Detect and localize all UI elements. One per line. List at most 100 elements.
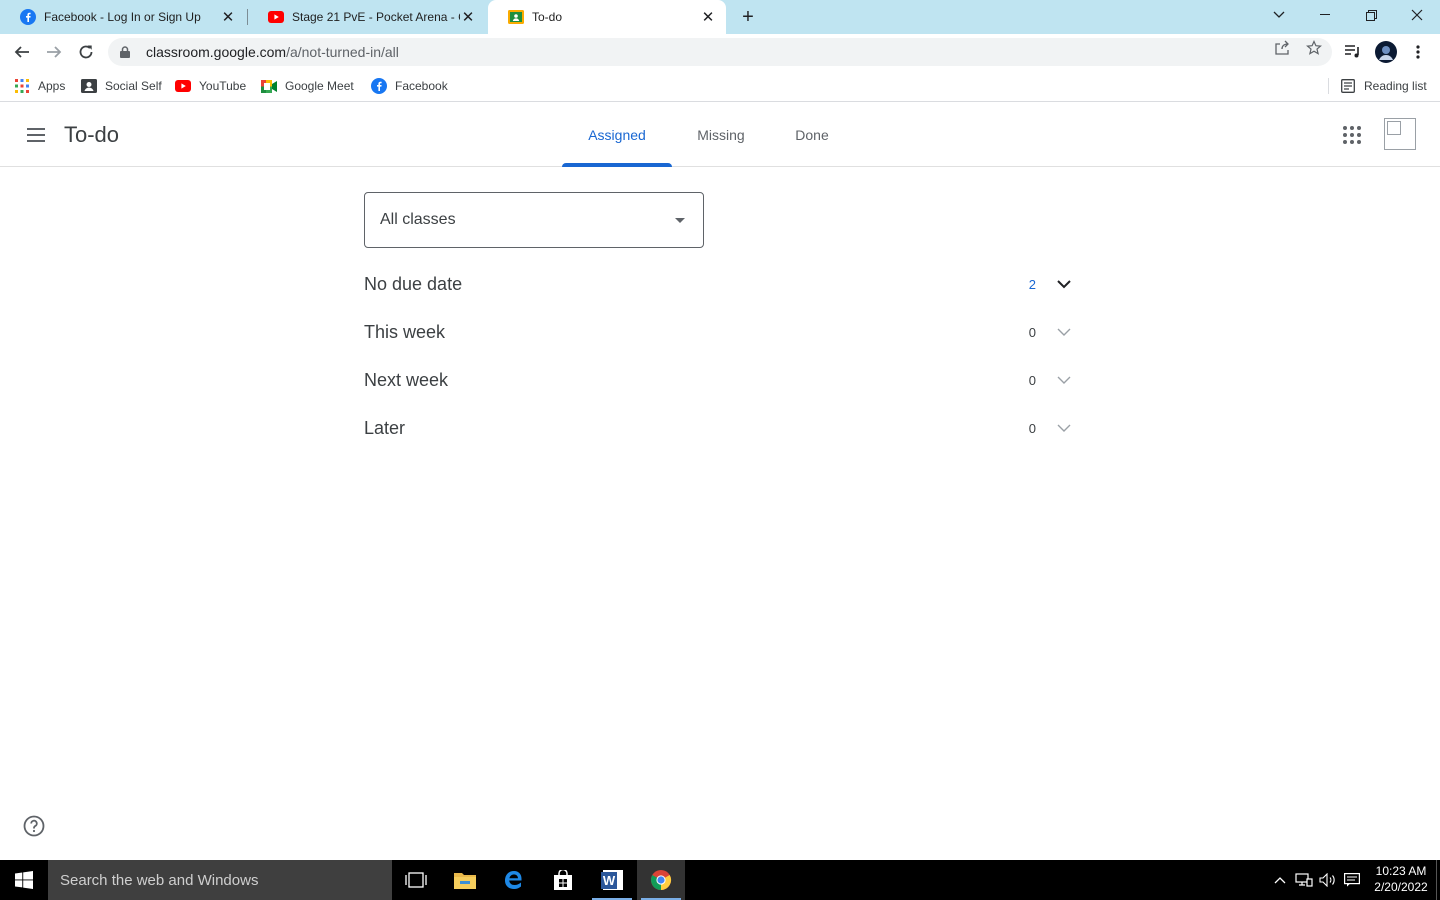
- apps-grid-icon: [14, 78, 30, 94]
- restore-icon[interactable]: [1348, 0, 1394, 30]
- facebook-icon: [371, 78, 387, 94]
- contact-card-icon: [81, 78, 97, 94]
- clock-date: 2/20/2022: [1374, 880, 1428, 894]
- browser-toolbar: classroom.google.com/a/not-turned-in/all: [0, 34, 1440, 70]
- windows-start-icon[interactable]: [0, 860, 48, 900]
- store-icon[interactable]: [539, 860, 587, 900]
- youtube-icon: [175, 78, 191, 94]
- bookmark-google-meet[interactable]: Google Meet: [261, 76, 354, 96]
- tab-title: To-do: [532, 10, 563, 24]
- tab-title: Stage 21 PvE - Pocket Arena - Ca: [292, 10, 460, 24]
- account-avatar[interactable]: [1384, 118, 1416, 150]
- tab-assigned-label: Assigned: [588, 127, 646, 143]
- taskbar-search-placeholder: Search the web and Windows: [60, 871, 259, 889]
- bookmark-divider: [1328, 78, 1329, 94]
- bookmark-label: Social Self: [105, 79, 162, 93]
- class-filter-dropdown[interactable]: All classes: [364, 192, 704, 248]
- section-count: 0: [1028, 372, 1036, 388]
- network-icon[interactable]: [1294, 870, 1314, 890]
- section-count: 2: [1028, 276, 1036, 292]
- bookmark-label: Apps: [38, 79, 66, 93]
- main-menu-icon[interactable]: [24, 123, 48, 147]
- edge-icon[interactable]: [490, 860, 538, 900]
- browser-tab-todo[interactable]: To-do ✕: [488, 0, 726, 34]
- close-tab-icon[interactable]: ✕: [220, 9, 236, 26]
- bookmark-label: Google Meet: [285, 79, 354, 93]
- section-next-week[interactable]: Next week 0: [364, 356, 1076, 404]
- reading-list-button[interactable]: Reading list: [1340, 76, 1427, 96]
- page-title: To-do: [64, 122, 120, 147]
- chevron-down-icon[interactable]: [1056, 372, 1072, 388]
- tab-done-label: Done: [795, 127, 829, 143]
- classroom-header: To-do Assigned Missing Done: [0, 103, 1440, 167]
- section-count: 0: [1028, 420, 1036, 436]
- more-menu-icon[interactable]: [1410, 44, 1426, 60]
- volume-icon[interactable]: [1318, 870, 1338, 890]
- tab-search-icon[interactable]: [1256, 0, 1302, 30]
- classroom-icon: [508, 9, 524, 25]
- show-desktop-button[interactable]: [1436, 860, 1440, 900]
- url-host: classroom.google.com: [146, 44, 287, 60]
- facebook-icon: [20, 9, 36, 25]
- bookmark-label: YouTube: [199, 79, 247, 93]
- close-window-icon[interactable]: [1394, 0, 1440, 30]
- chrome-icon[interactable]: [637, 860, 685, 900]
- active-tab-indicator: [562, 163, 672, 167]
- reload-icon[interactable]: [72, 38, 100, 66]
- section-count: 0: [1028, 324, 1036, 340]
- address-bar[interactable]: classroom.google.com/a/not-turned-in/all: [108, 38, 1332, 66]
- browser-tab-facebook[interactable]: Facebook - Log In or Sign Up ✕: [0, 0, 246, 34]
- tab-assigned[interactable]: Assigned: [562, 103, 672, 167]
- profile-avatar[interactable]: [1375, 41, 1397, 63]
- class-filter-value: All classes: [380, 211, 456, 228]
- taskbar-search-box[interactable]: Search the web and Windows: [48, 860, 392, 900]
- chevron-down-icon[interactable]: [1056, 420, 1072, 436]
- file-explorer-icon[interactable]: [441, 860, 489, 900]
- taskbar-clock[interactable]: 10:23 AM 2/20/2022: [1366, 863, 1436, 895]
- media-queue-icon[interactable]: [1345, 44, 1361, 60]
- bookmark-social-self[interactable]: Social Self: [81, 76, 162, 96]
- forward-icon[interactable]: [40, 38, 68, 66]
- share-icon[interactable]: [1274, 40, 1290, 56]
- bookmarks-bar: Apps Social Self YouTube Google Meet Fac…: [0, 70, 1440, 102]
- chevron-down-icon[interactable]: [1056, 276, 1072, 292]
- youtube-icon: [268, 9, 284, 25]
- new-tab-button[interactable]: +: [736, 5, 760, 29]
- lock-icon[interactable]: [120, 46, 134, 58]
- show-hidden-icons-icon[interactable]: [1270, 870, 1290, 890]
- close-tab-icon[interactable]: ✕: [700, 9, 716, 26]
- google-meet-icon: [261, 78, 277, 94]
- google-apps-icon[interactable]: [1340, 123, 1364, 147]
- close-tab-icon[interactable]: ✕: [460, 9, 476, 26]
- bookmark-facebook[interactable]: Facebook: [371, 76, 448, 96]
- tab-title: Facebook - Log In or Sign Up: [44, 10, 201, 24]
- clock-time: 10:23 AM: [1375, 864, 1427, 878]
- url-path: /a/not-turned-in/all: [286, 44, 399, 60]
- bookmark-youtube[interactable]: YouTube: [175, 76, 246, 96]
- browser-tab-youtube[interactable]: Stage 21 PvE - Pocket Arena - Ca ✕: [248, 0, 486, 34]
- bookmark-label: Facebook: [395, 79, 448, 93]
- section-label: This week: [364, 321, 446, 342]
- section-no-due-date[interactable]: No due date 2: [364, 260, 1076, 308]
- back-icon[interactable]: [8, 38, 36, 66]
- help-icon[interactable]: [23, 815, 45, 837]
- section-label: Later: [364, 417, 406, 438]
- word-icon[interactable]: W: [588, 860, 636, 900]
- bookmark-star-icon[interactable]: [1306, 40, 1322, 56]
- tab-missing[interactable]: Missing: [680, 103, 762, 167]
- action-center-icon[interactable]: [1342, 870, 1362, 890]
- windows-taskbar: Search the web and Windows W 10:23 AM 2/…: [0, 860, 1440, 900]
- task-view-icon[interactable]: [392, 860, 440, 900]
- tab-done[interactable]: Done: [776, 103, 848, 167]
- reading-list-icon: [1340, 78, 1356, 94]
- svg-text:W: W: [603, 873, 616, 888]
- reading-list-label: Reading list: [1364, 79, 1427, 93]
- chevron-down-icon[interactable]: [1056, 324, 1072, 340]
- section-label: No due date: [364, 273, 463, 294]
- section-label: Next week: [364, 369, 449, 390]
- bookmark-apps[interactable]: Apps: [14, 76, 65, 96]
- section-this-week[interactable]: This week 0: [364, 308, 1076, 356]
- minimize-icon[interactable]: [1302, 0, 1348, 30]
- dropdown-arrow-icon: [675, 218, 685, 223]
- section-later[interactable]: Later 0: [364, 404, 1076, 452]
